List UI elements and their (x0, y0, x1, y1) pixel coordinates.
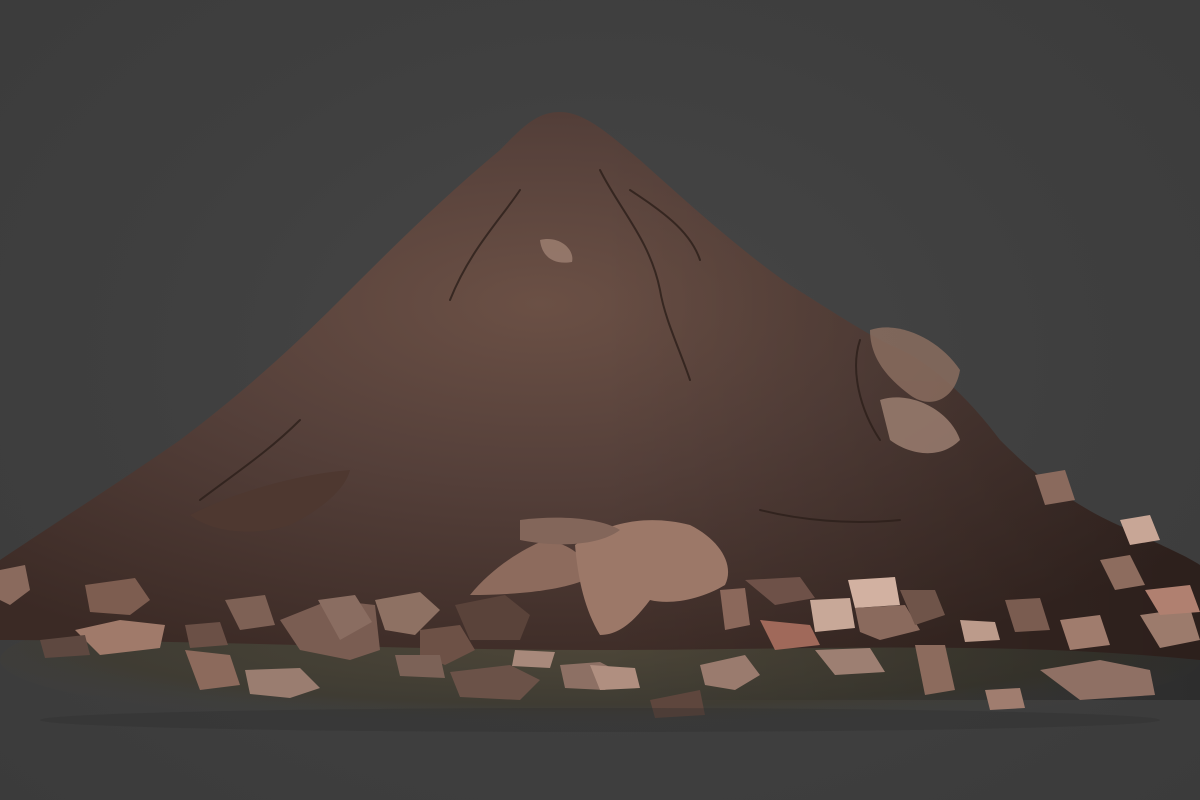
ground-shadow (40, 708, 1160, 732)
3d-viewport[interactable] (0, 0, 1200, 800)
dirt-mound-render (0, 112, 1200, 732)
